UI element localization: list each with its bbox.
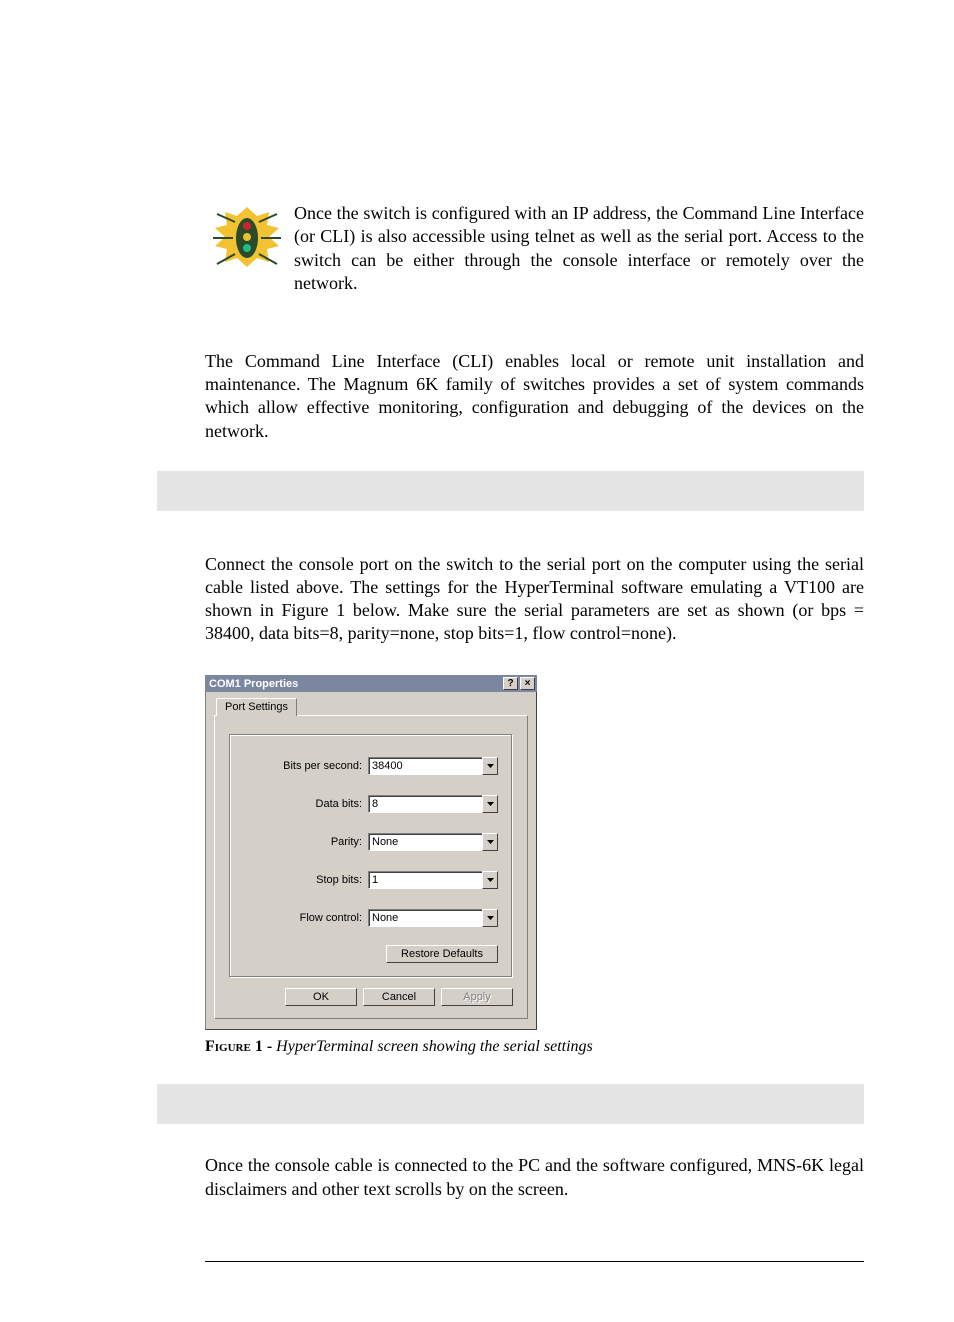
connect-paragraph: Connect the console port on the switch t…	[205, 553, 864, 645]
bits-per-second-select[interactable]: 38400	[368, 757, 498, 775]
apply-button[interactable]: Apply	[441, 988, 513, 1006]
chevron-down-icon[interactable]	[482, 909, 498, 927]
flow-control-value[interactable]: None	[368, 909, 482, 927]
chevron-down-icon[interactable]	[482, 833, 498, 851]
label-flow-control: Flow control:	[244, 912, 368, 924]
intro-paragraph-1: Once the switch is configured with an IP…	[205, 202, 864, 296]
label-bits-per-second: Bits per second:	[244, 760, 368, 772]
footer-rule	[205, 1261, 864, 1262]
flow-control-select[interactable]: None	[368, 909, 498, 927]
com1-properties-dialog: COM1 Properties ? × Port Settings Bits p…	[205, 675, 537, 1030]
label-stop-bits: Stop bits:	[244, 874, 368, 886]
section-divider	[157, 1084, 864, 1124]
port-settings-group: Bits per second: 38400 Data bits: 8	[229, 734, 513, 978]
figure-caption: Figure 1 - HyperTerminal screen showing …	[205, 1038, 864, 1056]
bits-per-second-value[interactable]: 38400	[368, 757, 482, 775]
close-icon[interactable]: ×	[520, 677, 535, 690]
restore-defaults-button[interactable]: Restore Defaults	[386, 945, 498, 963]
traffic-light-bug-icon	[205, 202, 290, 277]
data-bits-value[interactable]: 8	[368, 795, 482, 813]
ok-button[interactable]: OK	[285, 988, 357, 1006]
closing-paragraph: Once the console cable is connected to t…	[205, 1154, 864, 1201]
chevron-down-icon[interactable]	[482, 871, 498, 889]
figure-label: Figure 1 -	[205, 1038, 276, 1055]
data-bits-select[interactable]: 8	[368, 795, 498, 813]
stop-bits-select[interactable]: 1	[368, 871, 498, 889]
chevron-down-icon[interactable]	[482, 757, 498, 775]
parity-value[interactable]: None	[368, 833, 482, 851]
intro-paragraph-2: The Command Line Interface (CLI) enables…	[205, 350, 864, 444]
dialog-titlebar[interactable]: COM1 Properties ? ×	[205, 675, 537, 692]
label-parity: Parity:	[244, 836, 368, 848]
cancel-button[interactable]: Cancel	[363, 988, 435, 1006]
parity-select[interactable]: None	[368, 833, 498, 851]
help-icon[interactable]: ?	[503, 677, 518, 690]
stop-bits-value[interactable]: 1	[368, 871, 482, 889]
section-divider	[157, 471, 864, 511]
dialog-title: COM1 Properties	[209, 678, 501, 690]
tab-port-settings[interactable]: Port Settings	[216, 698, 297, 716]
figure-description: HyperTerminal screen showing the serial …	[276, 1038, 593, 1055]
chevron-down-icon[interactable]	[482, 795, 498, 813]
label-data-bits: Data bits:	[244, 798, 368, 810]
